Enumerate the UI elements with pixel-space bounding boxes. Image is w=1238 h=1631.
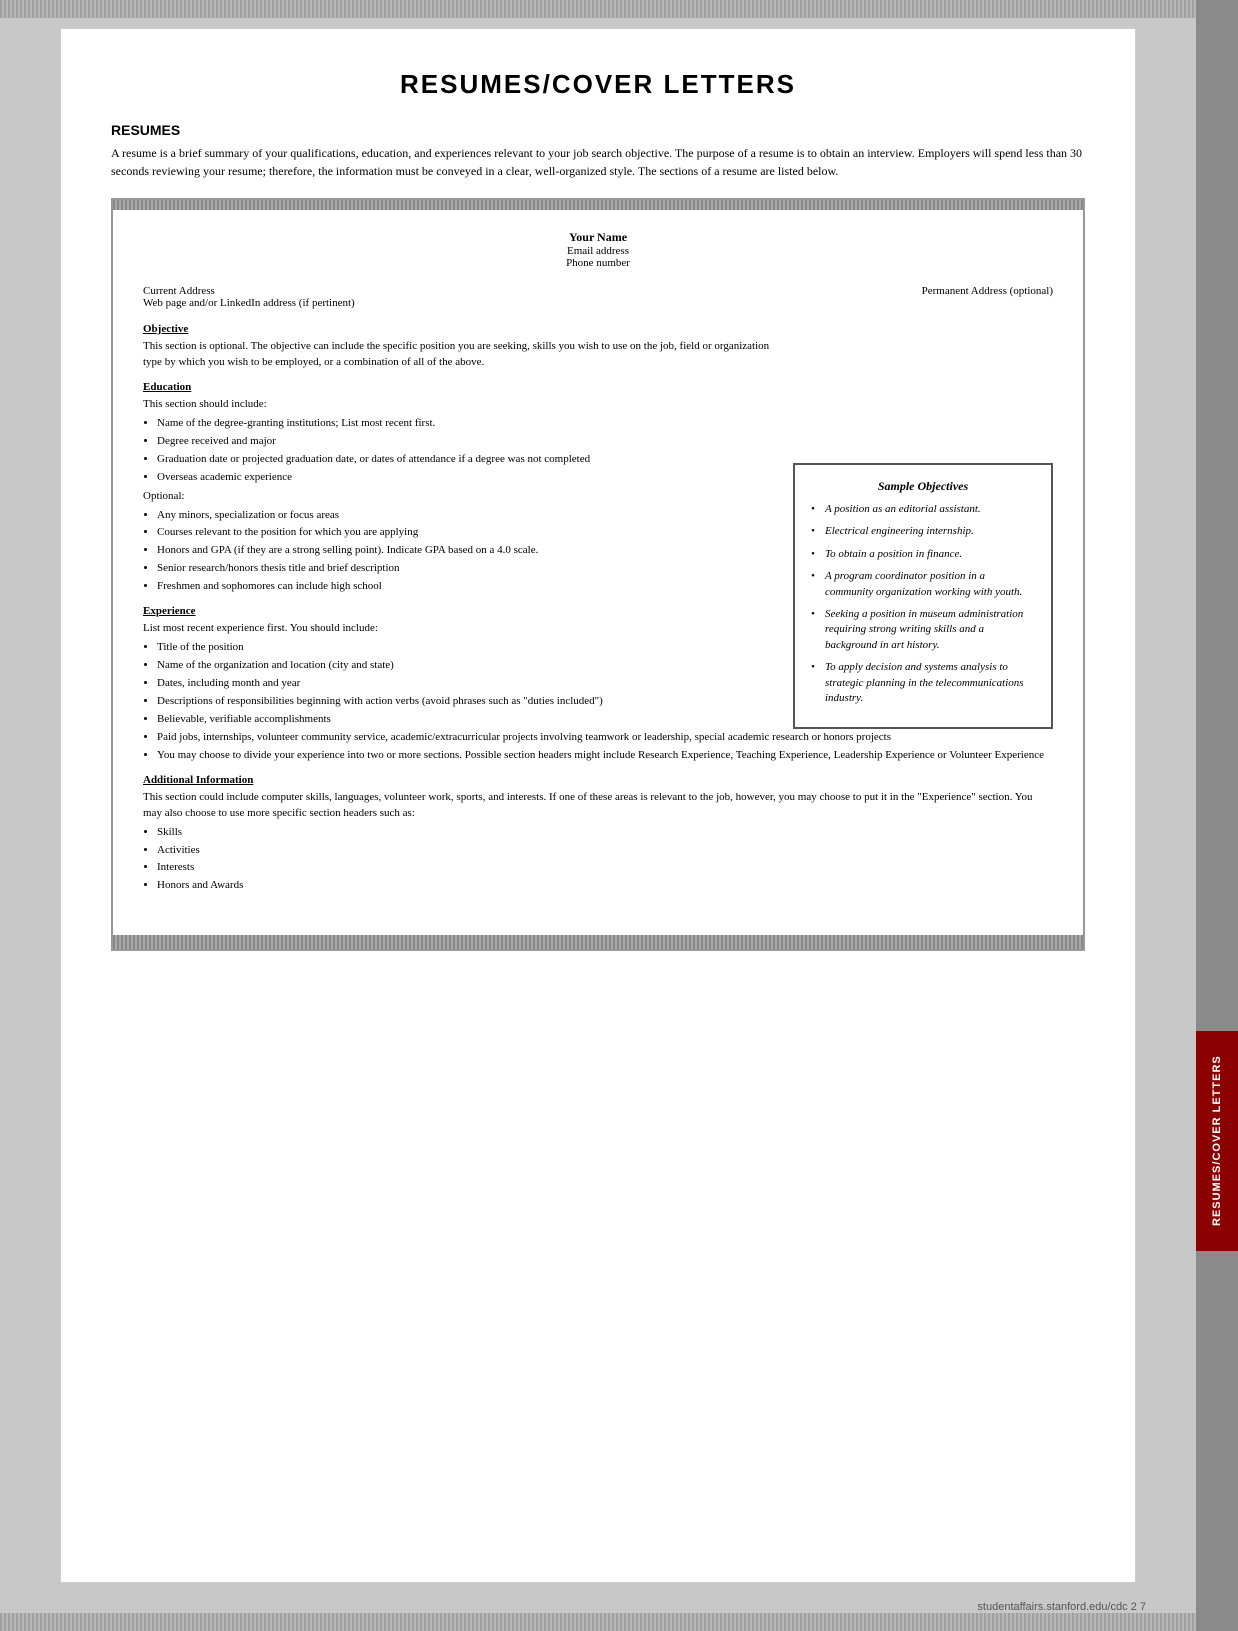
list-item: Any minors, specialization or focus area… [157,508,773,524]
objective-text: This section is optional. The objective … [143,339,773,371]
list-item: Degree received and major [157,434,773,450]
list-item: Honors and GPA (if they are a strong sel… [157,543,773,559]
list-item: Electrical engineering internship. [811,524,1035,539]
education-bullets: Name of the degree-granting institutions… [157,416,773,486]
sample-objectives-title: Sample Objectives [811,479,1035,494]
education-optional-bullets: Any minors, specialization or focus area… [157,508,773,596]
resume-current-address-label: Current Address [143,285,355,297]
footer-text: studentaffairs.stanford.edu/cdc 2 7 [0,1601,1146,1613]
additional-info-section: Additional Information This section coul… [143,774,1053,895]
list-item: Graduation date or projected graduation … [157,452,773,468]
resume-address-row: Current Address Web page and/or LinkedIn… [143,285,1053,309]
list-item: A position as an editorial assistant. [811,502,1035,517]
list-item: Paid jobs, internships, volunteer commun… [157,730,1053,746]
list-item: Overseas academic experience [157,470,773,486]
list-item: Senior research/honors thesis title and … [157,561,773,577]
list-item: A program coordinator position in a comm… [811,569,1035,600]
list-item: Freshmen and sophomores can include high… [157,579,773,595]
side-tab-right: RESUMES/COVER LETTERS [1196,0,1238,1631]
side-tab-label: RESUMES/COVER LETTERS [1196,1031,1238,1251]
resume-web: Web page and/or LinkedIn address (if per… [143,297,355,309]
page-wrapper: RESUMES/COVER LETTERS RESUMES/COVER LETT… [0,0,1238,1631]
top-texture [0,0,1196,18]
education-optional-label: Optional: [143,489,773,505]
list-item: Skills [157,825,1053,841]
education-intro: This section should include: [143,397,773,413]
page-title: RESUMES/COVER LETTERS [111,69,1085,100]
resume-phone: Phone number [143,257,1053,269]
main-content: RESUMES/COVER LETTERS RESUMES A resume i… [0,0,1196,1631]
resume-body: Sample Objectives A position as an edito… [143,323,1053,894]
resume-bottom-texture [113,935,1083,949]
white-page: RESUMES/COVER LETTERS RESUMES A resume i… [60,28,1136,1583]
resume-header: Your Name Email address Phone number [143,230,1053,269]
list-item: Courses relevant to the position for whi… [157,525,773,541]
list-item: Interests [157,860,1053,876]
resume-inner: Your Name Email address Phone number Cur… [113,210,1083,927]
resume-current-address-block: Current Address Web page and/or LinkedIn… [143,285,355,309]
resume-email: Email address [143,245,1053,257]
resume-top-texture [113,200,1083,210]
additional-info-text: This section could include computer skil… [143,790,1053,822]
additional-info-heading: Additional Information [143,774,1053,786]
objective-heading: Objective [143,323,773,335]
sample-objectives-list: A position as an editorial assistant. El… [811,502,1035,706]
resume-permanent-address: Permanent Address (optional) [922,285,1053,309]
list-item: To apply decision and systems analysis t… [811,660,1035,706]
resume-frame: Your Name Email address Phone number Cur… [111,198,1085,951]
sample-objectives-box: Sample Objectives A position as an edito… [793,463,1053,729]
bottom-texture [0,1613,1196,1631]
list-item: Activities [157,843,1053,859]
list-item: Seeking a position in museum administrat… [811,607,1035,653]
list-item: To obtain a position in finance. [811,547,1035,562]
list-item: Honors and Awards [157,878,1053,894]
additional-info-bullets: Skills Activities Interests Honors and A… [157,825,1053,895]
resumes-intro: A resume is a brief summary of your qual… [111,144,1085,180]
list-item: You may choose to divide your experience… [157,748,1053,764]
resume-name: Your Name [143,230,1053,245]
education-heading: Education [143,381,773,393]
resumes-heading: RESUMES [111,122,1085,138]
list-item: Name of the degree-granting institutions… [157,416,773,432]
